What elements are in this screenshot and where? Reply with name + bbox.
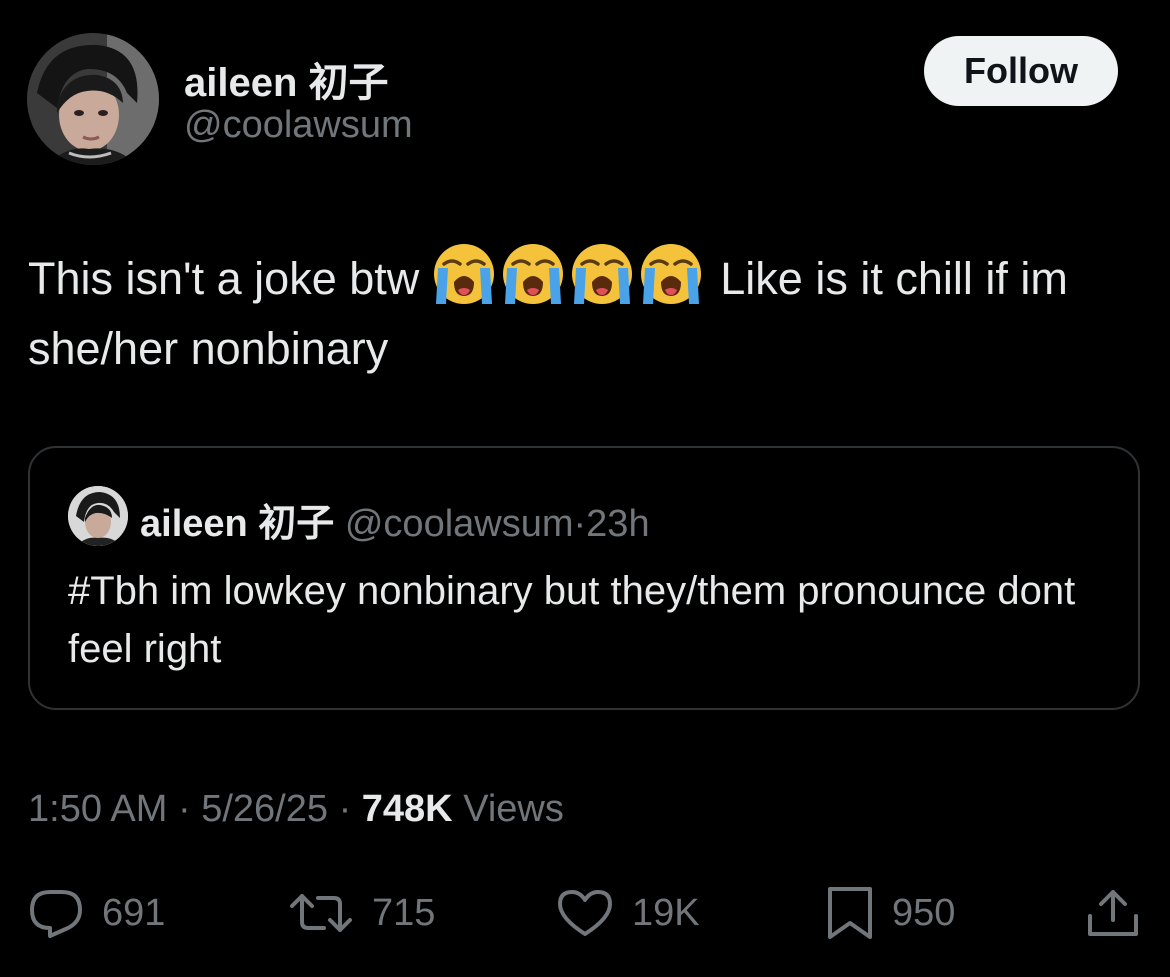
- views-label: Views: [463, 788, 564, 830]
- quoted-author-handle[interactable]: @coolawsum: [345, 503, 574, 545]
- share-button[interactable]: [1086, 886, 1140, 940]
- tweet-text-part1: This isn't a joke btw: [28, 253, 420, 304]
- tweet-text: This isn't a joke btw Like is it chill i…: [28, 242, 1138, 384]
- author-display-name[interactable]: aileen 初子: [184, 50, 389, 108]
- reply-count: 691: [102, 891, 166, 934]
- reply-button[interactable]: 691: [28, 886, 165, 940]
- tweet-meta: 1:50 AM · 5/26/25 · 748K Views: [28, 788, 564, 831]
- tweet-time[interactable]: 1:50 AM: [28, 788, 167, 830]
- loudly-crying-face-emoji: [501, 242, 565, 306]
- heart-icon: [556, 888, 614, 938]
- meta-separator: ·: [177, 788, 191, 830]
- author-handle[interactable]: @coolawsum: [184, 104, 413, 147]
- repost-count: 715: [372, 891, 436, 934]
- repost-button[interactable]: 715: [288, 886, 435, 940]
- meta-separator: ·: [338, 788, 352, 830]
- author-avatar[interactable]: [27, 33, 159, 165]
- follow-button[interactable]: Follow: [924, 36, 1118, 106]
- like-count: 19K: [632, 891, 700, 934]
- views-count: 748K: [361, 788, 453, 830]
- like-button[interactable]: 19K: [556, 886, 700, 940]
- reply-icon: [28, 888, 84, 938]
- loudly-crying-face-emoji: [432, 242, 496, 306]
- quoted-tweet-header: aileen 初子 @coolawsum·23h: [140, 492, 650, 547]
- bookmark-icon: [826, 885, 874, 941]
- quoted-author-display-name[interactable]: aileen 初子: [140, 503, 334, 545]
- quoted-author-avatar[interactable]: [68, 486, 128, 546]
- loudly-crying-face-emoji: [639, 242, 703, 306]
- repost-icon: [288, 888, 354, 938]
- quoted-meta-separator: ·: [573, 503, 587, 545]
- loudly-crying-face-emoji: [570, 242, 634, 306]
- share-icon: [1086, 886, 1140, 940]
- tweet-date[interactable]: 5/26/25: [201, 788, 328, 830]
- bookmark-count: 950: [892, 891, 956, 934]
- quoted-tweet-age[interactable]: 23h: [586, 503, 649, 545]
- quoted-tweet-card[interactable]: aileen 初子 @coolawsum·23h #Tbh im lowkey …: [28, 446, 1140, 710]
- bookmark-button[interactable]: 950: [826, 886, 955, 940]
- quoted-tweet-text: #Tbh im lowkey nonbinary but they/them p…: [68, 569, 1076, 671]
